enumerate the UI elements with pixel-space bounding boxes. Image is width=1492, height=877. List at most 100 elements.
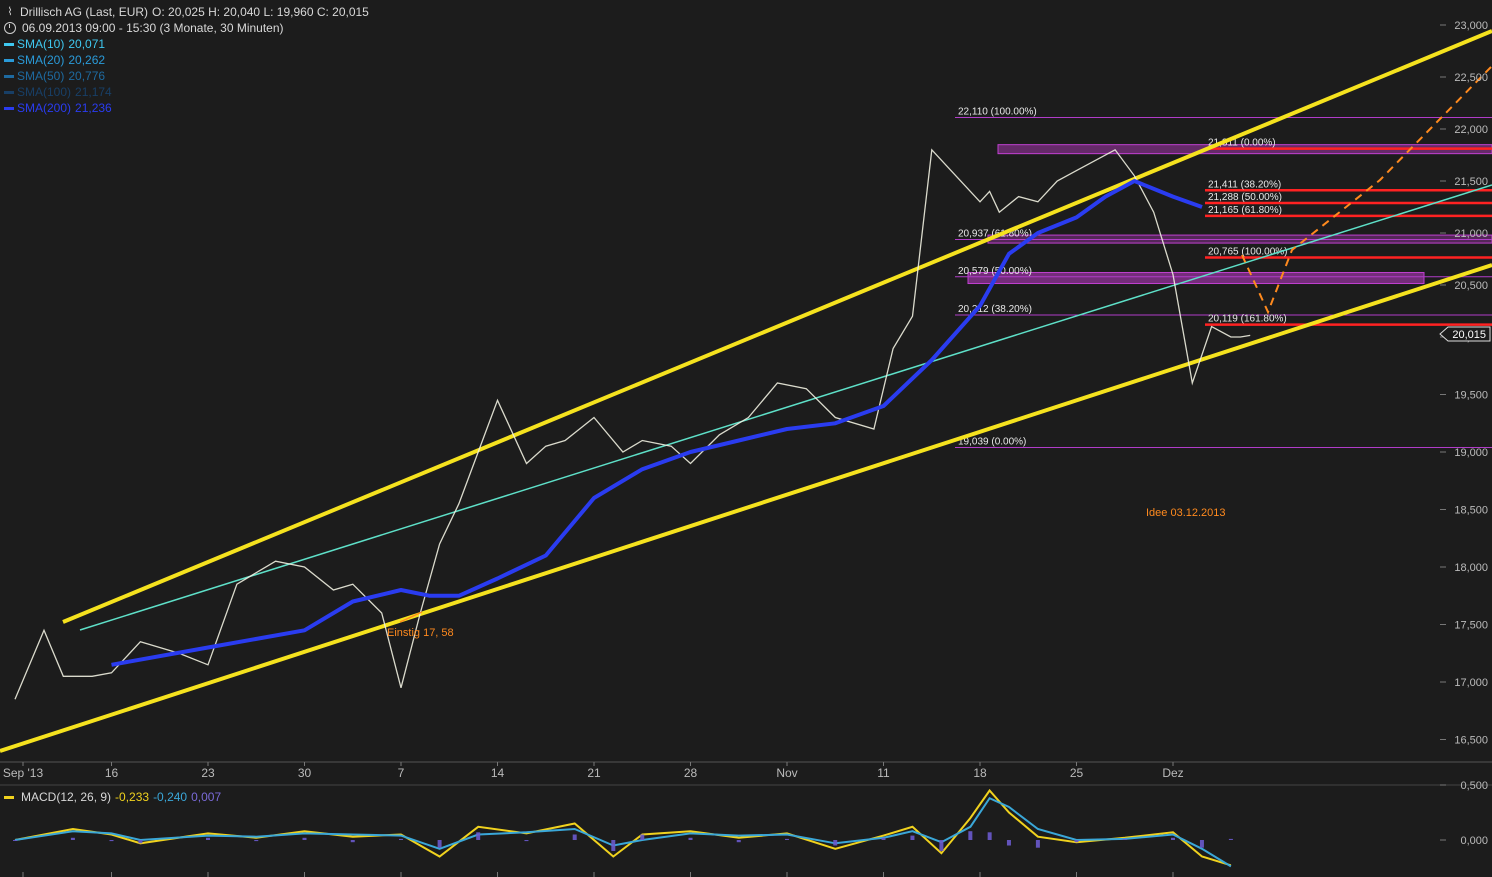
macd-hist-bar [1006, 840, 1011, 846]
sma-swatch [4, 42, 14, 46]
macd-hist-bar [437, 840, 442, 848]
macd-hist-bar [476, 832, 481, 840]
macd-hist-bar [1228, 838, 1233, 840]
chart-title: Drillisch AG (Last, EUR) [20, 5, 149, 19]
fib-level-label: 20,765 (100.00%) [1208, 246, 1288, 257]
fib-level-label: 21,165 (61.80%) [1208, 205, 1282, 216]
x-tick-label: 14 [491, 766, 505, 780]
y-tick-label: 21,000 [1454, 228, 1488, 240]
macd-hist-bar [109, 840, 114, 842]
x-tick-label: Nov [776, 766, 797, 780]
macd-hist-bar [302, 837, 307, 840]
macd-hist-bar [254, 840, 259, 842]
chart-type-icon: ⌇ [7, 6, 13, 18]
macd-y-tick-label: 0,000 [1460, 835, 1488, 847]
y-tick-label: 17,000 [1454, 677, 1488, 689]
macd-hist-bar [1122, 838, 1127, 840]
sma-swatch [4, 106, 14, 110]
macd-label: MACD(12, 26, 9) [21, 790, 112, 804]
sma-name: SMA(20) [17, 53, 65, 67]
last-price-label: 20,015 [1452, 329, 1486, 341]
sma-legend-item: SMA(50) 20,776 [4, 68, 369, 84]
sma-legend-item: SMA(200) 21,236 [4, 100, 369, 116]
macd-hist-bar [13, 840, 17, 841]
macd-hist-bar [572, 834, 577, 840]
x-tick-label: 23 [201, 766, 215, 780]
y-tick-label: 21,500 [1454, 176, 1488, 188]
chart: 22,110 (100.00%)20,937 (61.80%)20,579 (5… [0, 0, 1492, 877]
macd-hist-bar [736, 840, 741, 843]
macd-hist-bar [785, 838, 789, 840]
macd-hist-bar [1074, 840, 1079, 843]
macd-value: -0,233 [115, 790, 150, 804]
x-tick-label: 11 [877, 766, 890, 780]
macd-hist-bar [70, 837, 75, 840]
macd-signal-value: -0,240 [153, 790, 188, 804]
x-tick-label: 28 [684, 766, 698, 780]
y-tick-label: 18,500 [1454, 505, 1488, 517]
y-tick-label: 22,000 [1454, 124, 1488, 136]
y-tick-label: 19,000 [1454, 447, 1488, 459]
y-tick-label: 18,000 [1454, 562, 1488, 574]
macd-hist-bar [968, 831, 973, 840]
sma-legend-item: SMA(20) 20,262 [4, 52, 369, 68]
sma-value: 21,236 [75, 101, 112, 115]
macd-hist-bar [939, 840, 944, 851]
macd-hist-bar [987, 832, 992, 840]
macd-legend: MACD(12, 26, 9) -0,233 -0,240 0,007 [4, 790, 221, 804]
x-tick-label: 25 [1070, 766, 1084, 780]
einstieg-label: Einstig 17, 58 [387, 627, 454, 639]
y-tick-label: 20,500 [1454, 280, 1488, 292]
title-row: ⌇ Drillisch AG (Last, EUR) O: 20,025 H: … [4, 4, 369, 20]
sma-legend: SMA(10) 20,071 SMA(20) 20,262 SMA(50) 20,776 S… [4, 36, 369, 116]
sma-legend-item: SMA(100) 21,174 [4, 84, 369, 100]
chart-header: ⌇ Drillisch AG (Last, EUR) O: 20,025 H: … [4, 4, 369, 116]
macd-hist-bar [1171, 837, 1175, 840]
ohlc-values: O: 20,025 H: 20,040 L: 19,960 C: 20,015 [152, 5, 369, 19]
x-tick-label: 21 [587, 766, 601, 780]
x-tick-label: Dez [1162, 766, 1183, 780]
macd-hist-bar [688, 837, 693, 840]
fib-level-label: 19,039 (0.00%) [958, 437, 1026, 448]
period-row: 06.09.2013 09:00 - 15:30 (3 Monate, 30 M… [4, 20, 369, 36]
macd-hist-bar [206, 837, 210, 840]
x-tick-label: Sep '13 [3, 766, 44, 780]
sma-value: 21,174 [75, 85, 112, 99]
macd-swatch [4, 795, 14, 799]
fib-level-label: 22,110 (100.00%) [958, 107, 1037, 118]
period-text: 06.09.2013 09:00 - 15:30 (3 Monate, 30 M… [22, 21, 284, 35]
y-tick-label: 19,500 [1454, 390, 1488, 402]
fib-level-label: 20,119 (161.80%) [1208, 314, 1287, 325]
macd-hist-bar [910, 835, 915, 840]
sma-name: SMA(50) [17, 69, 65, 83]
clock-icon [4, 22, 16, 34]
macd-hist-value: 0,007 [191, 790, 222, 804]
x-tick-label: 7 [398, 766, 405, 780]
y-tick-label: 17,500 [1454, 620, 1488, 632]
macd-hist-bar [881, 837, 886, 840]
fib-level-label: 21,288 (50.00%) [1208, 192, 1282, 203]
macd-hist-bar [138, 840, 143, 844]
x-tick-label: 16 [105, 766, 119, 780]
macd-hist-bar [640, 834, 645, 840]
sma-name: SMA(200) [17, 101, 72, 115]
sma-name: SMA(10) [17, 37, 65, 51]
sma-legend-item: SMA(10) 20,071 [4, 36, 369, 52]
macd-hist-bar [833, 840, 838, 846]
x-tick-label: 30 [298, 766, 312, 780]
sma-value: 20,776 [68, 69, 106, 83]
macd-hist-bar [524, 840, 529, 842]
macd-y-tick-label: 0,500 [1460, 780, 1488, 792]
macd-hist-bar [1199, 840, 1204, 848]
sma-value: 20,071 [68, 37, 106, 51]
macd-hist-bar [1035, 840, 1040, 848]
y-tick-label: 22,500 [1454, 72, 1488, 84]
sma-swatch [4, 90, 14, 94]
fib-level-label: 20,212 (38.20%) [958, 304, 1032, 315]
fib-level-label: 21,411 (38.20%) [1208, 179, 1281, 190]
macd-hist-bar [611, 840, 616, 851]
macd-hist-bar [350, 840, 355, 843]
x-tick-label: 18 [973, 766, 987, 780]
y-tick-label: 23,000 [1454, 20, 1488, 32]
macd-hist-bar [399, 838, 403, 840]
